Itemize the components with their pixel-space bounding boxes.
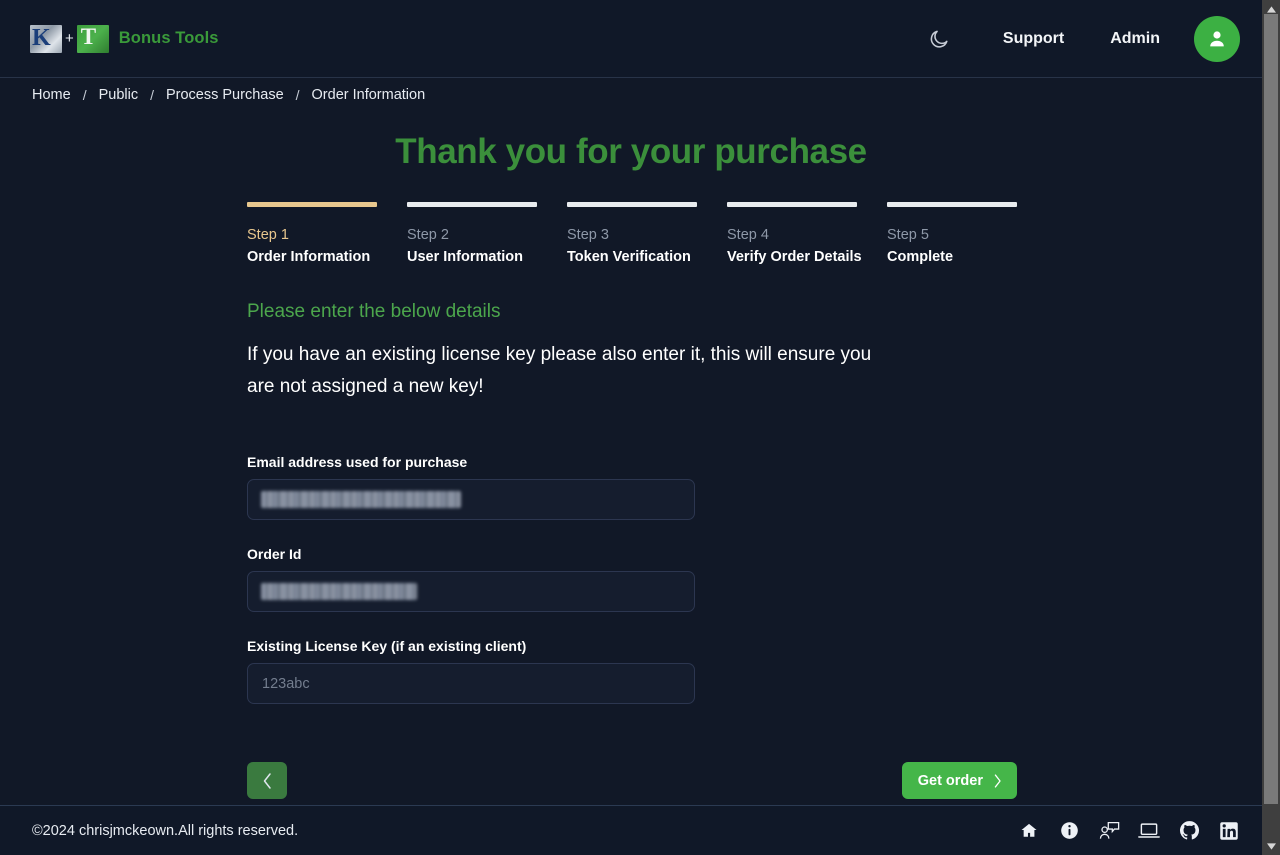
email-field-group: Email address used for purchase <box>247 454 1262 520</box>
get-order-button-label: Get order <box>917 772 983 789</box>
order-id-input-wrapper <box>247 571 695 612</box>
site-header: + Bonus Tools Support Admin <box>0 0 1262 78</box>
main-content: Thank you for your purchase Step 1 Order… <box>0 112 1262 805</box>
contact-icon[interactable] <box>1098 820 1120 842</box>
breadcrumb-separator: / <box>295 87 300 103</box>
nav-link-support[interactable]: Support <box>991 24 1076 54</box>
linkedin-icon[interactable] <box>1218 820 1240 842</box>
chevron-left-icon <box>263 772 271 789</box>
footer-icon-bar <box>1018 820 1240 842</box>
step-5-bar <box>887 202 1017 207</box>
step-1[interactable]: Step 1 Order Information <box>247 202 407 267</box>
order-id-field-group: Order Id <box>247 546 1262 612</box>
step-1-number: Step 1 <box>247 227 289 243</box>
form-intro-body: If you have an existing license key plea… <box>247 344 872 397</box>
form-navigation-buttons: Get order <box>247 762 1017 799</box>
step-3-number: Step 3 <box>567 227 609 243</box>
header-nav: Support Admin <box>919 15 1240 62</box>
step-1-label: Order Information <box>247 249 371 265</box>
order-id-field-label: Order Id <box>247 546 302 562</box>
chevron-right-icon <box>994 773 1001 788</box>
step-4-label: Verify Order Details <box>727 249 862 265</box>
site-footer: ©2024 chrisjmckeown.All rights reserved. <box>0 805 1262 855</box>
moon-icon[interactable] <box>919 19 959 59</box>
breadcrumb-item-home[interactable]: Home <box>32 87 71 103</box>
github-icon[interactable] <box>1178 820 1200 842</box>
brand-name: Bonus Tools <box>118 29 219 47</box>
step-3[interactable]: Step 3 Token Verification <box>567 202 727 267</box>
home-icon[interactable] <box>1018 820 1040 842</box>
plus-separator: + <box>65 30 74 47</box>
browser-page: + Bonus Tools Support Admin <box>0 0 1280 855</box>
breadcrumb-item-public[interactable]: Public <box>99 87 139 103</box>
info-icon[interactable] <box>1058 820 1080 842</box>
order-information-form: Please enter the below details If you ha… <box>0 267 1262 799</box>
step-4[interactable]: Step 4 Verify Order Details <box>727 202 887 267</box>
scrollbar-down-arrow[interactable] <box>1262 837 1280 855</box>
step-2[interactable]: Step 2 User Information <box>407 202 567 267</box>
step-2-number: Step 2 <box>407 227 449 243</box>
user-icon <box>1210 30 1224 46</box>
breadcrumb-item-process-purchase[interactable]: Process Purchase <box>166 87 284 103</box>
email-field-label: Email address used for purchase <box>247 454 468 470</box>
license-key-field-group: Existing License Key (if an existing cli… <box>247 638 1262 704</box>
back-button[interactable] <box>247 762 287 799</box>
step-5-number: Step 5 <box>887 227 929 243</box>
license-key-field-label: Existing License Key (if an existing cli… <box>247 638 527 654</box>
step-1-bar <box>247 202 377 207</box>
tools-logo-icon <box>76 24 109 53</box>
step-5[interactable]: Step 5 Complete <box>887 202 1047 267</box>
step-5-label: Complete <box>887 249 954 265</box>
breadcrumb: Home / Public / Process Purchase / Order… <box>0 78 1262 112</box>
breadcrumb-separator: / <box>150 87 154 103</box>
license-key-input[interactable] <box>247 663 695 704</box>
copyright-text: ©2024 chrisjmckeown.All rights reserved. <box>32 822 299 839</box>
krita-logo-icon <box>30 24 62 53</box>
step-4-number: Step 4 <box>727 227 769 243</box>
step-2-label: User Information <box>407 249 524 265</box>
scrollbar-thumb[interactable] <box>1264 14 1278 804</box>
stepper: Step 1 Order Information Step 2 User Inf… <box>0 202 1262 267</box>
brand-logo-link[interactable]: + Bonus Tools <box>30 24 219 53</box>
laptop-icon[interactable] <box>1138 820 1160 842</box>
email-input-wrapper <box>247 479 695 520</box>
page-viewport: + Bonus Tools Support Admin <box>0 0 1262 855</box>
nav-link-admin[interactable]: Admin <box>1098 24 1172 54</box>
form-intro-heading: Please enter the below details <box>247 301 501 322</box>
breadcrumb-separator: / <box>82 87 87 103</box>
order-id-value-redaction <box>261 583 417 600</box>
page-title: Thank you for your purchase <box>395 132 867 171</box>
email-value-redaction <box>261 491 461 508</box>
breadcrumb-item-order-information: Order Information <box>311 87 426 103</box>
step-2-bar <box>407 202 537 207</box>
vertical-scrollbar[interactable] <box>1262 0 1280 855</box>
avatar[interactable] <box>1194 15 1240 62</box>
get-order-button[interactable]: Get order <box>901 762 1017 799</box>
step-4-bar <box>727 202 857 207</box>
step-3-label: Token Verification <box>567 249 691 265</box>
step-3-bar <box>567 202 697 207</box>
